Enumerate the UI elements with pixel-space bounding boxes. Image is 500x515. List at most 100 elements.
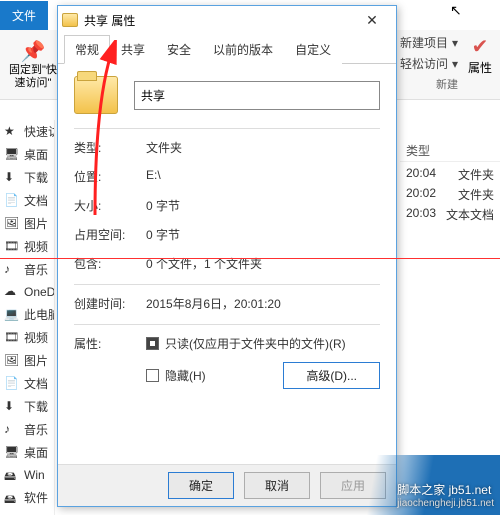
nav-item[interactable]: ⬇下载: [0, 166, 54, 189]
download-icon: ⬇: [4, 399, 20, 415]
new-item-label: 新建项目: [400, 34, 448, 51]
label-readonly: 只读(仅应用于文件夹中的文件)(R): [165, 335, 346, 352]
label-size-on-disk: 占用空间:: [74, 226, 146, 243]
tab-custom[interactable]: 自定义: [284, 35, 342, 64]
watermark-text: 脚本之家 jb51.net: [397, 483, 491, 497]
list-row[interactable]: 20:02 文件夹: [400, 184, 500, 205]
nav-item[interactable]: 🖥桌面: [0, 441, 54, 464]
checkbox-hidden[interactable]: [146, 369, 159, 382]
value-type: 文件夹: [146, 139, 182, 156]
nav-label: Win: [24, 468, 45, 482]
nav-item[interactable]: 🎞视频: [0, 326, 54, 349]
music-icon: ♪: [4, 422, 20, 438]
file-menu[interactable]: 文件: [0, 1, 48, 30]
nav-item[interactable]: 💻此电脑: [0, 303, 54, 326]
nav-label: 图片: [24, 215, 48, 232]
list-row[interactable]: 20:03文本文档: [400, 204, 500, 225]
value-location: E:\: [146, 168, 161, 185]
pin-quickaccess-button[interactable]: 📌 固定到"快 速访问": [8, 34, 58, 95]
properties-icon: ✔: [472, 34, 489, 59]
pin-label: 固定到"快 速访问": [8, 64, 58, 90]
cursor-icon: ↖: [450, 2, 462, 19]
disk-icon: 🖴: [4, 490, 20, 506]
tab-general[interactable]: 常规: [64, 35, 110, 64]
nav-item[interactable]: ♪音乐: [0, 258, 54, 281]
label-created: 创建时间:: [74, 295, 146, 312]
cell-time: 20:04: [406, 166, 436, 183]
cell-type: 文件夹: [458, 166, 494, 183]
annotation-line: [0, 258, 500, 259]
value-created: 2015年8月6日，20:01:20: [146, 295, 281, 312]
folder-icon-large: [74, 76, 118, 114]
nav-label: 此电脑: [24, 306, 55, 323]
advanced-button[interactable]: 高级(D)...: [283, 362, 380, 389]
watermark: 脚本之家 jb51.net jiaochengheji.jb51.net: [397, 481, 494, 509]
label-size: 大小:: [74, 197, 146, 214]
nav-item[interactable]: 🖼图片: [0, 349, 54, 372]
separator: [74, 324, 380, 325]
close-button[interactable]: ✕: [352, 12, 392, 29]
nav-item[interactable]: ♪音乐: [0, 418, 54, 441]
doc-icon: 📄: [4, 193, 20, 209]
doc-icon: 📄: [4, 376, 20, 392]
dialog-titlebar[interactable]: 共享 属性 ✕: [58, 6, 396, 34]
nav-item[interactable]: 🖼图片: [0, 212, 54, 235]
nav-label: 文档: [24, 192, 48, 209]
easy-access-label: 轻松访问: [400, 55, 448, 72]
properties-button[interactable]: 属性: [468, 59, 492, 76]
tab-security[interactable]: 安全: [156, 35, 202, 64]
nav-pane[interactable]: ★快速访🖥桌面⬇下载📄文档🖼图片🎞视频♪音乐☁OneD💻此电脑🎞视频🖼图片📄文档…: [0, 120, 55, 515]
nav-item[interactable]: 📄文档: [0, 189, 54, 212]
nav-label: 文档: [24, 375, 48, 392]
nav-label: 音乐: [24, 261, 48, 278]
nav-label: 桌面: [24, 444, 48, 461]
value-size: 0 字节: [146, 197, 180, 214]
label-location: 位置:: [74, 168, 146, 185]
nav-item[interactable]: 🖴软件: [0, 486, 54, 509]
tab-panel-general: 共享 类型:文件夹 位置:E:\ 大小:0 字节 占用空间:0 字节 包含:0 …: [58, 64, 396, 413]
picture-icon: 🖼: [4, 216, 20, 232]
separator: [74, 128, 380, 129]
cell-type: 文件夹: [458, 186, 494, 203]
cancel-button[interactable]: 取消: [244, 472, 310, 499]
video-icon: 🎞: [4, 239, 20, 255]
nav-item[interactable]: ☁ OneD: [0, 281, 54, 303]
nav-label: 视频: [24, 329, 48, 346]
label-attributes: 属性:: [74, 335, 146, 399]
nav-label: 图片: [24, 352, 48, 369]
folder-name-input[interactable]: 共享: [134, 81, 380, 110]
cell-time: 20:02: [406, 186, 436, 203]
nav-label: 音乐: [24, 421, 48, 438]
nav-item[interactable]: ★快速访: [0, 120, 54, 143]
picture-icon: 🖼: [4, 353, 20, 369]
chevron-down-icon: ▾: [452, 57, 458, 71]
tab-share[interactable]: 共享: [110, 35, 156, 64]
cell-time: 20:03: [406, 206, 436, 223]
nav-label: 软件: [24, 489, 48, 506]
tab-previous-versions[interactable]: 以前的版本: [202, 35, 284, 64]
ribbon-group-new: 新建: [436, 76, 458, 92]
nav-item[interactable]: 🖥桌面: [0, 143, 54, 166]
column-header-type[interactable]: 类型: [400, 140, 500, 162]
watermark-subtext: jiaochengheji.jb51.net: [397, 498, 494, 509]
value-size-on-disk: 0 字节: [146, 226, 180, 243]
properties-dialog: 共享 属性 ✕ 常规 共享 安全 以前的版本 自定义 共享 类型:文件夹 位置:…: [57, 5, 397, 507]
nav-label: 快速访: [24, 123, 55, 140]
dialog-title: 共享 属性: [84, 12, 135, 29]
star-icon: ★: [4, 124, 20, 140]
nav-item[interactable]: 🎞视频: [0, 235, 54, 258]
nav-item[interactable]: 📄文档: [0, 372, 54, 395]
nav-label: 下载: [24, 169, 48, 186]
download-icon: ⬇: [4, 170, 20, 186]
ok-button[interactable]: 确定: [168, 472, 234, 499]
onedrive-icon: ☁: [4, 284, 20, 300]
desktop-icon: 🖥: [4, 445, 20, 461]
nav-item[interactable]: 🖴 Win: [0, 464, 54, 486]
nav-label: OneD: [24, 285, 55, 299]
video-icon: 🎞: [4, 330, 20, 346]
chevron-down-icon: ▾: [452, 36, 458, 50]
nav-item[interactable]: ⬇下载: [0, 395, 54, 418]
list-row[interactable]: 20:04 文件夹: [400, 164, 500, 185]
disk-icon: 🖴: [4, 467, 20, 483]
checkbox-readonly[interactable]: [146, 337, 159, 350]
